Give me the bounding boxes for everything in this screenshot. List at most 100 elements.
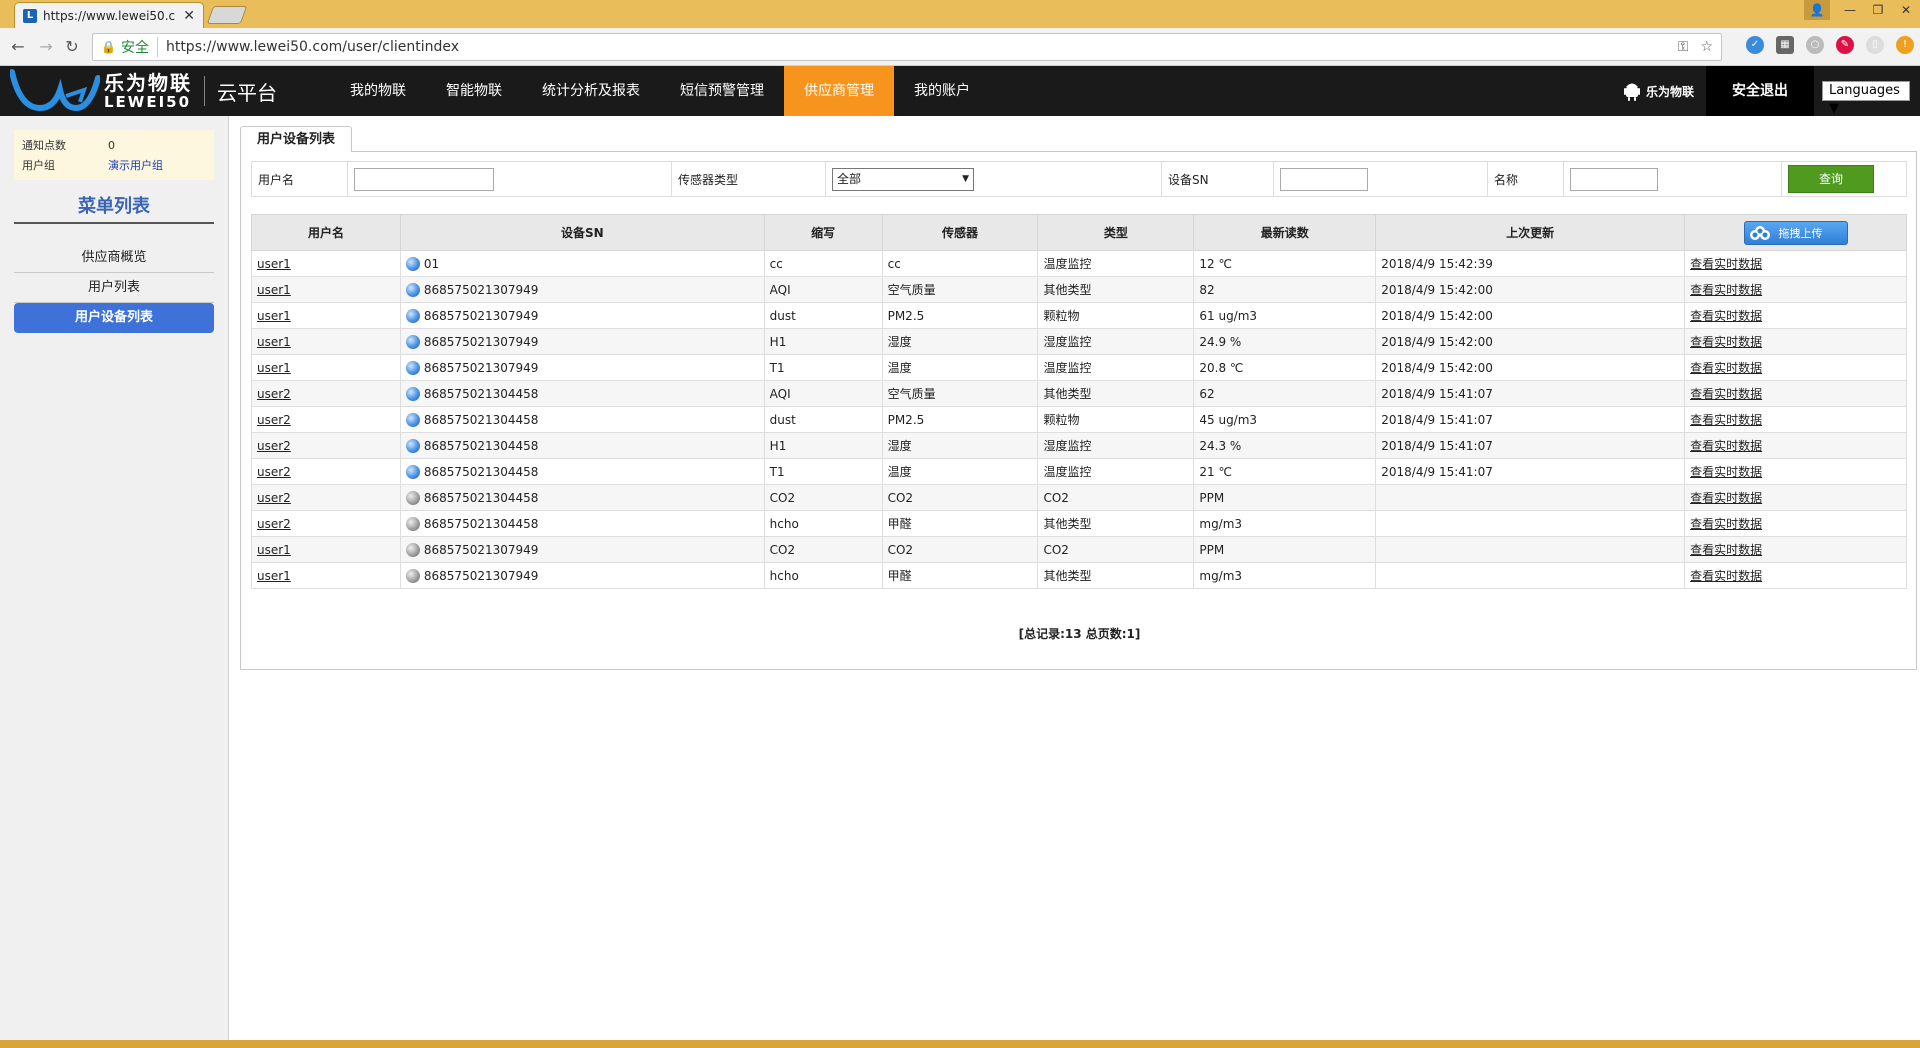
close-tab-icon[interactable]: ✕ xyxy=(183,8,195,24)
username-link[interactable]: user1 xyxy=(257,257,291,271)
view-realtime-link[interactable]: 查看实时数据 xyxy=(1690,335,1762,349)
view-realtime-link[interactable]: 查看实时数据 xyxy=(1690,257,1762,271)
nav-item-4[interactable]: 供应商管理 xyxy=(784,66,894,116)
sidebar-item-2[interactable]: 用户设备列表 xyxy=(14,303,214,333)
close-window-icon[interactable]: ✕ xyxy=(1892,0,1920,20)
lock-icon: 🔒 xyxy=(101,40,116,54)
cell-action: 查看实时数据 xyxy=(1684,250,1907,277)
nav-item-1[interactable]: 智能物联 xyxy=(426,66,522,116)
extension-icon[interactable]: ▦ xyxy=(1776,36,1794,54)
cell-abbr: hcho xyxy=(763,510,883,537)
username-link[interactable]: user2 xyxy=(257,413,291,427)
username-link[interactable]: user1 xyxy=(257,569,291,583)
sidebar-item-0[interactable]: 供应商概览 xyxy=(14,243,214,273)
username-link[interactable]: user2 xyxy=(257,491,291,505)
username-link[interactable]: user2 xyxy=(257,517,291,531)
table-row: user1 868575021307949 T1 温度 温度监控 20.8 ℃ 2018/4… xyxy=(251,354,1907,381)
sensor-type-select[interactable]: 全部 xyxy=(832,167,974,191)
view-realtime-link[interactable]: 查看实时数据 xyxy=(1690,387,1762,401)
sidebar-item-1[interactable]: 用户列表 xyxy=(14,273,214,303)
column-header: 上次更新 xyxy=(1375,214,1686,251)
username-link[interactable]: user1 xyxy=(257,543,291,557)
query-button[interactable]: 查询 xyxy=(1788,165,1874,193)
device-sn: 868575021304458 xyxy=(423,464,539,479)
cell-abbr: CO2 xyxy=(763,484,883,511)
cell-sensor: PM2.5 xyxy=(881,406,1039,433)
new-tab-button[interactable] xyxy=(206,6,248,24)
languages-label: Languages xyxy=(1829,83,1900,98)
alert-icon[interactable]: ! xyxy=(1896,36,1914,54)
view-realtime-link[interactable]: 查看实时数据 xyxy=(1690,439,1762,453)
cell-action: 查看实时数据 xyxy=(1684,406,1907,433)
reload-icon[interactable]: ↻ xyxy=(62,37,82,56)
cell-updated: 2018/4/9 15:41:07 xyxy=(1375,406,1686,433)
view-realtime-link[interactable]: 查看实时数据 xyxy=(1690,491,1762,505)
extension-icon[interactable]: ✎ xyxy=(1836,36,1854,54)
browser-tab[interactable]: L https://www.lewei50.c ✕ xyxy=(14,2,204,28)
username-link[interactable]: user1 xyxy=(257,335,291,349)
online-status-icon xyxy=(405,438,420,453)
cell-reading: 24.9 % xyxy=(1193,328,1377,355)
table-row: user2 868575021304458 hcho 甲醛 其他类型 mg/m3 查看实时数… xyxy=(251,510,1907,537)
view-realtime-link[interactable]: 查看实时数据 xyxy=(1690,283,1762,297)
nav-item-3[interactable]: 短信预警管理 xyxy=(660,66,784,116)
view-realtime-link[interactable]: 查看实时数据 xyxy=(1690,309,1762,323)
profile-icon[interactable]: 👤 xyxy=(1804,0,1830,20)
username-link[interactable]: user1 xyxy=(257,309,291,323)
nav-item-0[interactable]: 我的物联 xyxy=(330,66,426,116)
platform-label: 云平台 xyxy=(217,80,277,105)
name-input[interactable] xyxy=(1570,167,1658,191)
site-header: 乐为物联 LEWEI50 云平台 我的物联 智能物联 统计分析及报表 短信预警管理 供应… xyxy=(0,66,1920,116)
view-realtime-link[interactable]: 查看实时数据 xyxy=(1690,517,1762,531)
username-link[interactable]: user1 xyxy=(257,361,291,375)
device-sn: 868575021307949 xyxy=(423,568,539,583)
logout-button[interactable]: 安全退出 xyxy=(1706,66,1814,116)
column-header: 缩写 xyxy=(763,214,883,251)
user-group-link[interactable]: 演示用户组 xyxy=(108,156,163,176)
user-group-label: 用户组 xyxy=(22,159,55,172)
view-realtime-link[interactable]: 查看实时数据 xyxy=(1690,413,1762,427)
extension-icon[interactable]: ✓ xyxy=(1746,36,1764,54)
username-link[interactable]: user2 xyxy=(257,387,291,401)
cell-action: 查看实时数据 xyxy=(1684,432,1907,459)
device-sn-input[interactable] xyxy=(1280,167,1368,191)
key-icon[interactable]: ⚿ xyxy=(1678,39,1689,55)
bookmark-star-icon[interactable]: ☆ xyxy=(1700,39,1713,55)
tab-user-device-list[interactable]: 用户设备列表 xyxy=(240,126,353,152)
online-status-icon xyxy=(405,360,420,375)
view-realtime-link[interactable]: 查看实时数据 xyxy=(1690,361,1762,375)
cell-reading: 20.8 ℃ xyxy=(1193,354,1377,381)
languages-select[interactable]: Languages ▼ xyxy=(1822,81,1910,116)
device-sn: 868575021307949 xyxy=(423,542,539,557)
cell-sensor: PM2.5 xyxy=(881,302,1039,329)
view-realtime-link[interactable]: 查看实时数据 xyxy=(1690,465,1762,479)
username-input[interactable] xyxy=(354,167,494,191)
android-app-link[interactable]: 乐为物联 xyxy=(1612,81,1706,101)
minimize-icon[interactable]: — xyxy=(1836,0,1864,20)
filter-bar: 用户名 传感器类型 全部 设备SN 名称 查询 xyxy=(251,161,1907,197)
chevron-down-icon: ▼ xyxy=(1829,101,1839,116)
extension-icon[interactable]: ○ xyxy=(1806,36,1824,54)
drag-upload-button[interactable]: 拖拽上传 xyxy=(1743,220,1848,245)
cell-type: 其他类型 xyxy=(1037,562,1195,589)
table-row: user1 868575021307949 hcho 甲醛 其他类型 mg/m3 查看实时数… xyxy=(251,562,1907,589)
username-link[interactable]: user1 xyxy=(257,283,291,297)
cell-reading: 82 xyxy=(1193,276,1377,303)
back-arrow-icon[interactable]: ← xyxy=(8,37,28,56)
cell-sensor: cc xyxy=(881,250,1039,277)
address-bar[interactable]: 🔒 安全 https://www.lewei50.com/user/client… xyxy=(92,33,1722,61)
cell-updated xyxy=(1375,536,1686,563)
nav-item-2[interactable]: 统计分析及报表 xyxy=(522,66,660,116)
forward-arrow-icon[interactable]: → xyxy=(36,37,56,56)
username-link[interactable]: user2 xyxy=(257,439,291,453)
url-text[interactable]: https://www.lewei50.com/user/clientindex xyxy=(166,39,1666,55)
site-logo[interactable]: 乐为物联 LEWEI50 云平台 xyxy=(10,66,277,116)
view-realtime-link[interactable]: 查看实时数据 xyxy=(1690,569,1762,583)
restore-icon[interactable]: ❐ xyxy=(1864,0,1892,20)
extension-icon[interactable]: ▯ xyxy=(1866,36,1884,54)
view-realtime-link[interactable]: 查看实时数据 xyxy=(1690,543,1762,557)
cell-updated xyxy=(1375,484,1686,511)
nav-item-5[interactable]: 我的账户 xyxy=(894,66,990,116)
cell-updated: 2018/4/9 15:42:39 xyxy=(1375,250,1686,277)
username-link[interactable]: user2 xyxy=(257,465,291,479)
